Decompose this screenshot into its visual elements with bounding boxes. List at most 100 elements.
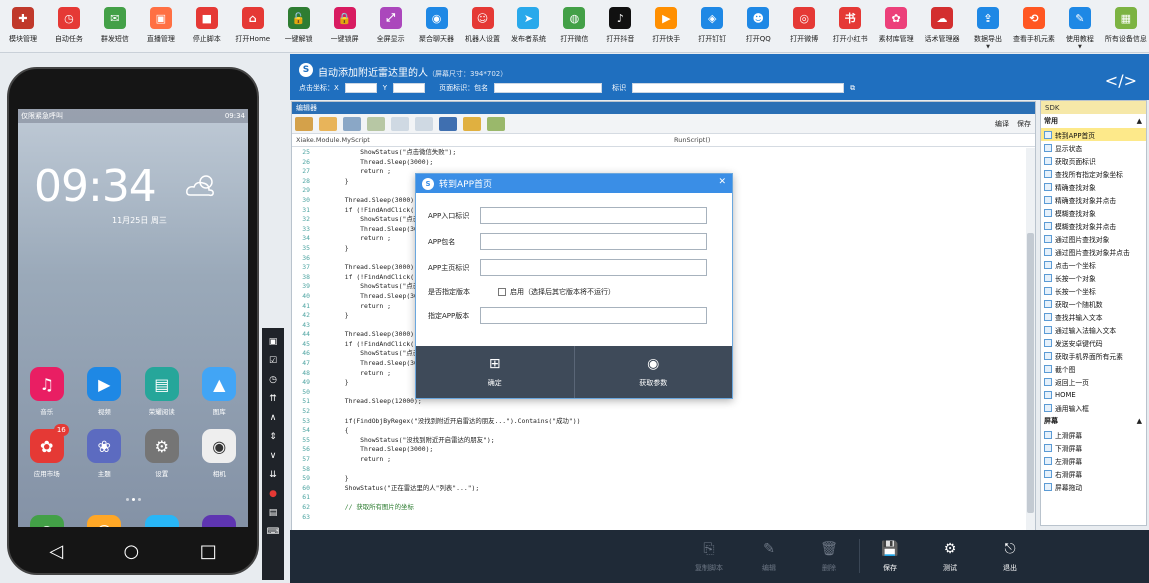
undo-icon[interactable] [391, 116, 409, 131]
toolbar-item-12[interactable]: ◍ 打开微信 [551, 0, 597, 52]
toolbar-item-4[interactable]: ■ 停止脚本 [184, 0, 230, 52]
section-common[interactable]: 常用 ▲ [1041, 114, 1146, 128]
app-dock-1[interactable]: ☺ [82, 515, 126, 527]
toolbar-item-17[interactable]: ◎ 打开微博 [781, 0, 827, 52]
code-view-icon[interactable]: </> [1105, 71, 1137, 90]
sdk-item[interactable]: 获取手机界面所有元素 [1041, 349, 1146, 362]
sdk-item[interactable]: 上滑屏幕 [1041, 428, 1146, 441]
tag-icon[interactable] [319, 116, 337, 131]
record-icon[interactable]: ▣ [262, 332, 284, 351]
sdk-item[interactable]: 右滑屏幕 [1041, 467, 1146, 480]
toolbar-item-15[interactable]: ◈ 打开钉钉 [689, 0, 735, 52]
app-dock-3[interactable]: ◍ [197, 515, 241, 527]
app-package-input[interactable] [480, 233, 707, 250]
app-apps_row1-1[interactable]: ▶ 视频 [82, 367, 126, 416]
sdk-item[interactable]: 转到APP首页 [1041, 128, 1146, 141]
test-button[interactable]: ⚙ 测试 [920, 530, 980, 583]
keyboard-icon[interactable]: ⌨ [262, 522, 284, 541]
open-icon[interactable] [295, 116, 313, 131]
sdk-item[interactable]: HOME [1041, 388, 1146, 401]
sdk-item[interactable]: 长按一个对象 [1041, 271, 1146, 284]
class-selector[interactable]: Xiake.Module.MyScript [292, 136, 664, 144]
toolbar-item-0[interactable]: ✚ 模块管理 [0, 0, 46, 52]
app-apps_row1-2[interactable]: ▤ 荣耀阅读 [140, 367, 184, 416]
save-editor-button[interactable]: 保存 [1017, 119, 1031, 129]
sdk-item[interactable]: 通用输入框 [1041, 401, 1146, 414]
sdk-item[interactable]: 获取页面标识 [1041, 154, 1146, 167]
app-dock-0[interactable]: ✆ [25, 515, 69, 527]
toolbar-item-24[interactable]: ▦ 所有设备信息 [1103, 0, 1149, 52]
swipe-updown-icon[interactable]: ⇕ [262, 427, 284, 446]
toolbar-item-19[interactable]: ✿ 素材库管理 [873, 0, 919, 52]
link-icon[interactable] [439, 116, 457, 131]
copy-script-button[interactable]: ⎘ 复制脚本 [679, 530, 739, 583]
sdk-item[interactable]: 点击一个坐标 [1041, 258, 1146, 271]
app-apps_row2-1[interactable]: ❀ 主题 [82, 429, 126, 478]
sdk-item[interactable]: 左滑屏幕 [1041, 454, 1146, 467]
close-icon[interactable]: ✕ [718, 177, 726, 187]
method-selector[interactable]: RunScript() [664, 136, 710, 144]
format-icon[interactable] [463, 116, 481, 131]
redo-icon[interactable] [415, 116, 433, 131]
toolbar-item-5[interactable]: ⌂ 打开Home [230, 0, 276, 52]
toolbar-item-16[interactable]: ☻ 打开QQ [735, 0, 781, 52]
app-apps_row1-3[interactable]: ▲ 图库 [197, 367, 241, 416]
back-button[interactable]: ◁ [49, 541, 63, 562]
app-version-input[interactable] [480, 307, 707, 324]
copy-icon[interactable]: ⧉ [850, 84, 855, 93]
app-apps_row2-0[interactable]: ✿ 16 应用市场 [25, 424, 69, 478]
sdk-item[interactable]: 模糊查找对象 [1041, 206, 1146, 219]
app-apps_row2-3[interactable]: ◉ 相机 [197, 429, 241, 478]
toolbar-item-21[interactable]: ⇪ 数据导出 ▼ [965, 0, 1011, 52]
exit-button[interactable]: ⎋ 退出 [980, 530, 1040, 583]
app-dock-2[interactable]: ✉ [140, 515, 184, 527]
sdk-item[interactable]: 显示状态 [1041, 141, 1146, 154]
toolbar-item-22[interactable]: ⟲ 查看手机元素 [1011, 0, 1057, 52]
phone-screen[interactable]: 仅限紧急呼叫 09:34 09:34 11月25日 周三 ♫ 音乐 ▶ 视频 ▤ 荣耀阅读… [18, 109, 248, 527]
sdk-item[interactable]: 查找并输入文本 [1041, 310, 1146, 323]
toolbar-item-11[interactable]: ➤ 发布者系统 [505, 0, 551, 52]
sdk-item[interactable]: 返回上一页 [1041, 375, 1146, 388]
sdk-item[interactable]: 通过输入法输入文本 [1041, 323, 1146, 336]
toolbar-item-18[interactable]: 书打开小红书 [827, 0, 873, 52]
sdk-item[interactable]: 获取一个随机数 [1041, 297, 1146, 310]
toolbar-item-23[interactable]: ✎ 使用教程 ▼ [1057, 0, 1103, 52]
swipe-up-icon[interactable]: ∧ [262, 408, 284, 427]
timer-icon[interactable]: ◷ [262, 370, 284, 389]
screenshot-icon[interactable]: ▤ [262, 503, 284, 522]
sdk-item[interactable]: 长按一个坐标 [1041, 284, 1146, 297]
checkbox-icon[interactable]: ☑ [262, 351, 284, 370]
y-coordinate-field[interactable] [393, 83, 426, 93]
sdk-item[interactable]: 精确查找对象并点击 [1041, 193, 1146, 206]
confirm-button[interactable]: ⊞ 确定 [416, 346, 575, 398]
sdk-item[interactable]: 下滑屏幕 [1041, 441, 1146, 454]
sdk-item[interactable]: 查找所有指定对象坐标 [1041, 167, 1146, 180]
toolbar-item-20[interactable]: ☁ 话术管理器 [919, 0, 965, 52]
toolbar-item-10[interactable]: ☺ 机器人设置 [460, 0, 506, 52]
get-params-button[interactable]: ◉ 获取参数 [575, 346, 733, 398]
recents-button[interactable]: □ [200, 541, 217, 562]
image-icon[interactable] [487, 116, 505, 131]
toolbar-item-1[interactable]: ◷ 自动任务 [46, 0, 92, 52]
toolbar-item-3[interactable]: ▣ 直播管理 [138, 0, 184, 52]
toolbar-item-7[interactable]: 🔒 一键锁屏 [322, 0, 368, 52]
save-button[interactable]: 💾 保存 [860, 530, 920, 583]
sdk-item[interactable]: 通过图片查找对象并点击 [1041, 245, 1146, 258]
vertical-scrollbar[interactable] [1026, 148, 1035, 566]
sdk-item[interactable]: 屏幕拖动 [1041, 480, 1146, 493]
refresh-icon[interactable] [367, 116, 385, 131]
app-entry-input[interactable] [480, 207, 707, 224]
app-home-input[interactable] [480, 259, 707, 276]
toolbar-item-6[interactable]: 🔓 一键解锁 [276, 0, 322, 52]
enable-version-checkbox[interactable] [498, 288, 506, 296]
sdk-item[interactable]: 截个图 [1041, 362, 1146, 375]
compile-button[interactable]: 编译 [995, 119, 1009, 129]
sdk-item[interactable]: 通过图片查找对象 [1041, 232, 1146, 245]
toolbar-item-2[interactable]: ✉ 群发短信 [92, 0, 138, 52]
app-apps_row2-2[interactable]: ⚙ 设置 [140, 429, 184, 478]
toolbar-item-8[interactable]: ⤢ 全屏显示 [368, 0, 414, 52]
app-apps_row1-0[interactable]: ♫ 音乐 [25, 367, 69, 416]
toolbar-item-9[interactable]: ◉ 聚合聊天器 [414, 0, 460, 52]
cursor-icon[interactable] [343, 116, 361, 131]
swipe-down-icon[interactable]: ∨ [262, 446, 284, 465]
